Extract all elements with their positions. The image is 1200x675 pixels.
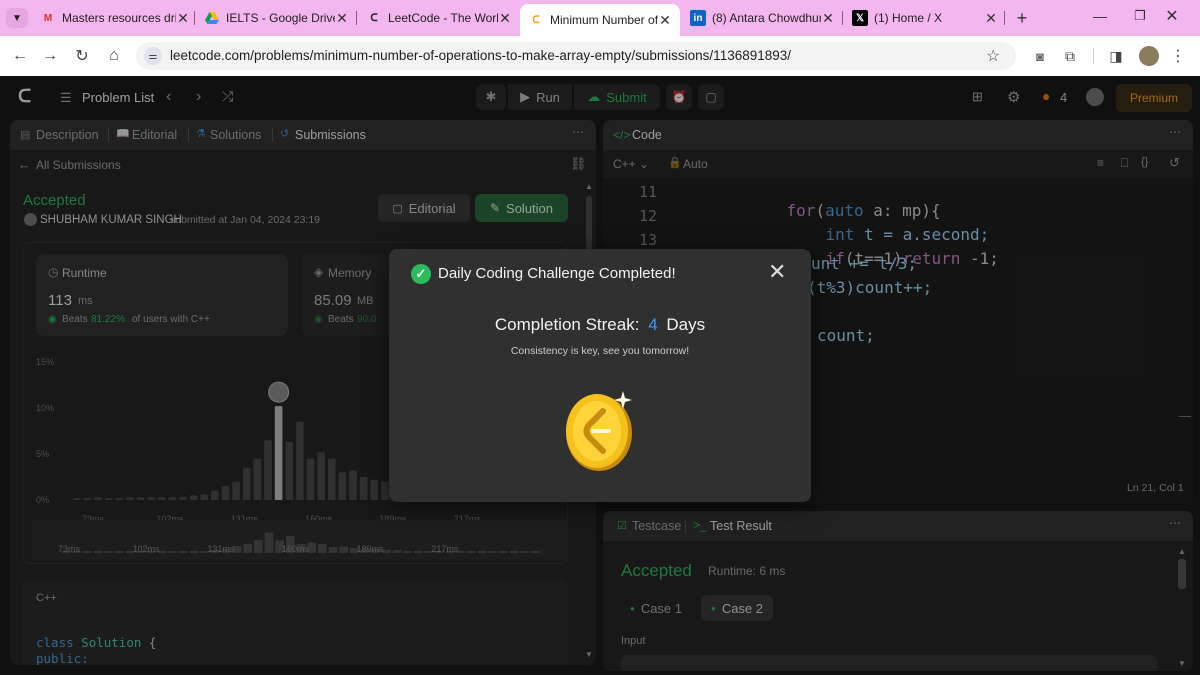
tab-search-button[interactable]: ▼ (6, 8, 28, 28)
browser-tab[interactable]: ᑕ LeetCode - The World ✕ (366, 5, 512, 31)
restore-window-button[interactable]: ❐ (1128, 8, 1152, 28)
tab-divider (1004, 11, 1005, 25)
leetcode-coin-icon (566, 391, 632, 471)
check-circle-icon: ✓ (411, 264, 431, 284)
close-tab-icon[interactable]: ✕ (658, 12, 672, 29)
tab-divider (842, 11, 843, 25)
new-tab-button[interactable]: + (1012, 8, 1032, 28)
browser-tab[interactable]: 𝕏 (1) Home / X ✕ (852, 5, 998, 31)
browser-tab[interactable]: IELTS - Google Drive ✕ (204, 5, 349, 31)
back-button[interactable]: ← (8, 44, 32, 68)
x-icon: 𝕏 (852, 10, 868, 26)
streak-label: Completion Streak: (494, 315, 640, 334)
browser-tab[interactable]: in (8) Antara Chowdhur ✕ (690, 5, 835, 31)
gmail-icon: M (43, 12, 53, 24)
close-tab-icon[interactable]: ✕ (498, 10, 512, 27)
reload-button[interactable]: ↻ (70, 44, 94, 68)
modal-title: Daily Coding Challenge Completed! (438, 265, 676, 282)
chevron-down-icon: ▼ (12, 12, 22, 24)
leetcode-icon: ᑕ (532, 14, 540, 26)
streak-line: Completion Streak: 4 Days (389, 315, 811, 335)
screenshot-icon[interactable]: ◙ (1028, 44, 1052, 68)
forward-button[interactable]: → (38, 44, 62, 68)
extensions-icon[interactable]: ⧉ (1058, 44, 1082, 68)
address-bar[interactable]: ⚌ leetcode.com/problems/minimum-number-o… (136, 42, 1016, 70)
profile-avatar[interactable] (1139, 46, 1159, 66)
streak-value: 4 (648, 315, 658, 334)
google-drive-icon (204, 10, 220, 26)
url-text: leetcode.com/problems/minimum-number-of-… (170, 48, 792, 63)
minimize-window-button[interactable]: — (1088, 8, 1112, 28)
modal-message: Consistency is key, see you tomorrow! (510, 345, 690, 357)
close-tab-icon[interactable]: ✕ (984, 10, 998, 27)
site-info-icon[interactable]: ⚌ (144, 47, 162, 65)
daily-challenge-modal: ✓ Daily Coding Challenge Completed! ✕ Co… (389, 249, 811, 502)
browser-tab[interactable]: M Masters resources dri ✕ (40, 5, 190, 31)
browser-menu-icon[interactable]: ⋮ (1166, 44, 1190, 68)
leetcode-icon: ᑕ (370, 12, 378, 24)
close-tab-icon[interactable]: ✕ (821, 10, 835, 27)
home-button[interactable]: ⌂ (102, 44, 126, 68)
browser-tab-active[interactable]: ᑕ Minimum Number of ✕ (520, 4, 680, 36)
linkedin-icon: in (690, 10, 706, 26)
tab-divider (356, 11, 357, 25)
toolbar-divider (1093, 48, 1094, 64)
close-window-button[interactable]: ✕ (1160, 6, 1184, 26)
close-tab-icon[interactable]: ✕ (335, 10, 349, 27)
streak-unit: Days (666, 315, 706, 334)
bookmark-star-icon[interactable]: ☆ (986, 46, 1000, 66)
close-icon[interactable]: ✕ (768, 259, 786, 285)
tab-divider (194, 11, 195, 25)
side-panel-icon[interactable]: ◨ (1104, 44, 1128, 68)
browser-tab-bar: ▼ M Masters resources dri ✕ IELTS - Goog… (0, 0, 1200, 36)
close-tab-icon[interactable]: ✕ (176, 10, 190, 27)
